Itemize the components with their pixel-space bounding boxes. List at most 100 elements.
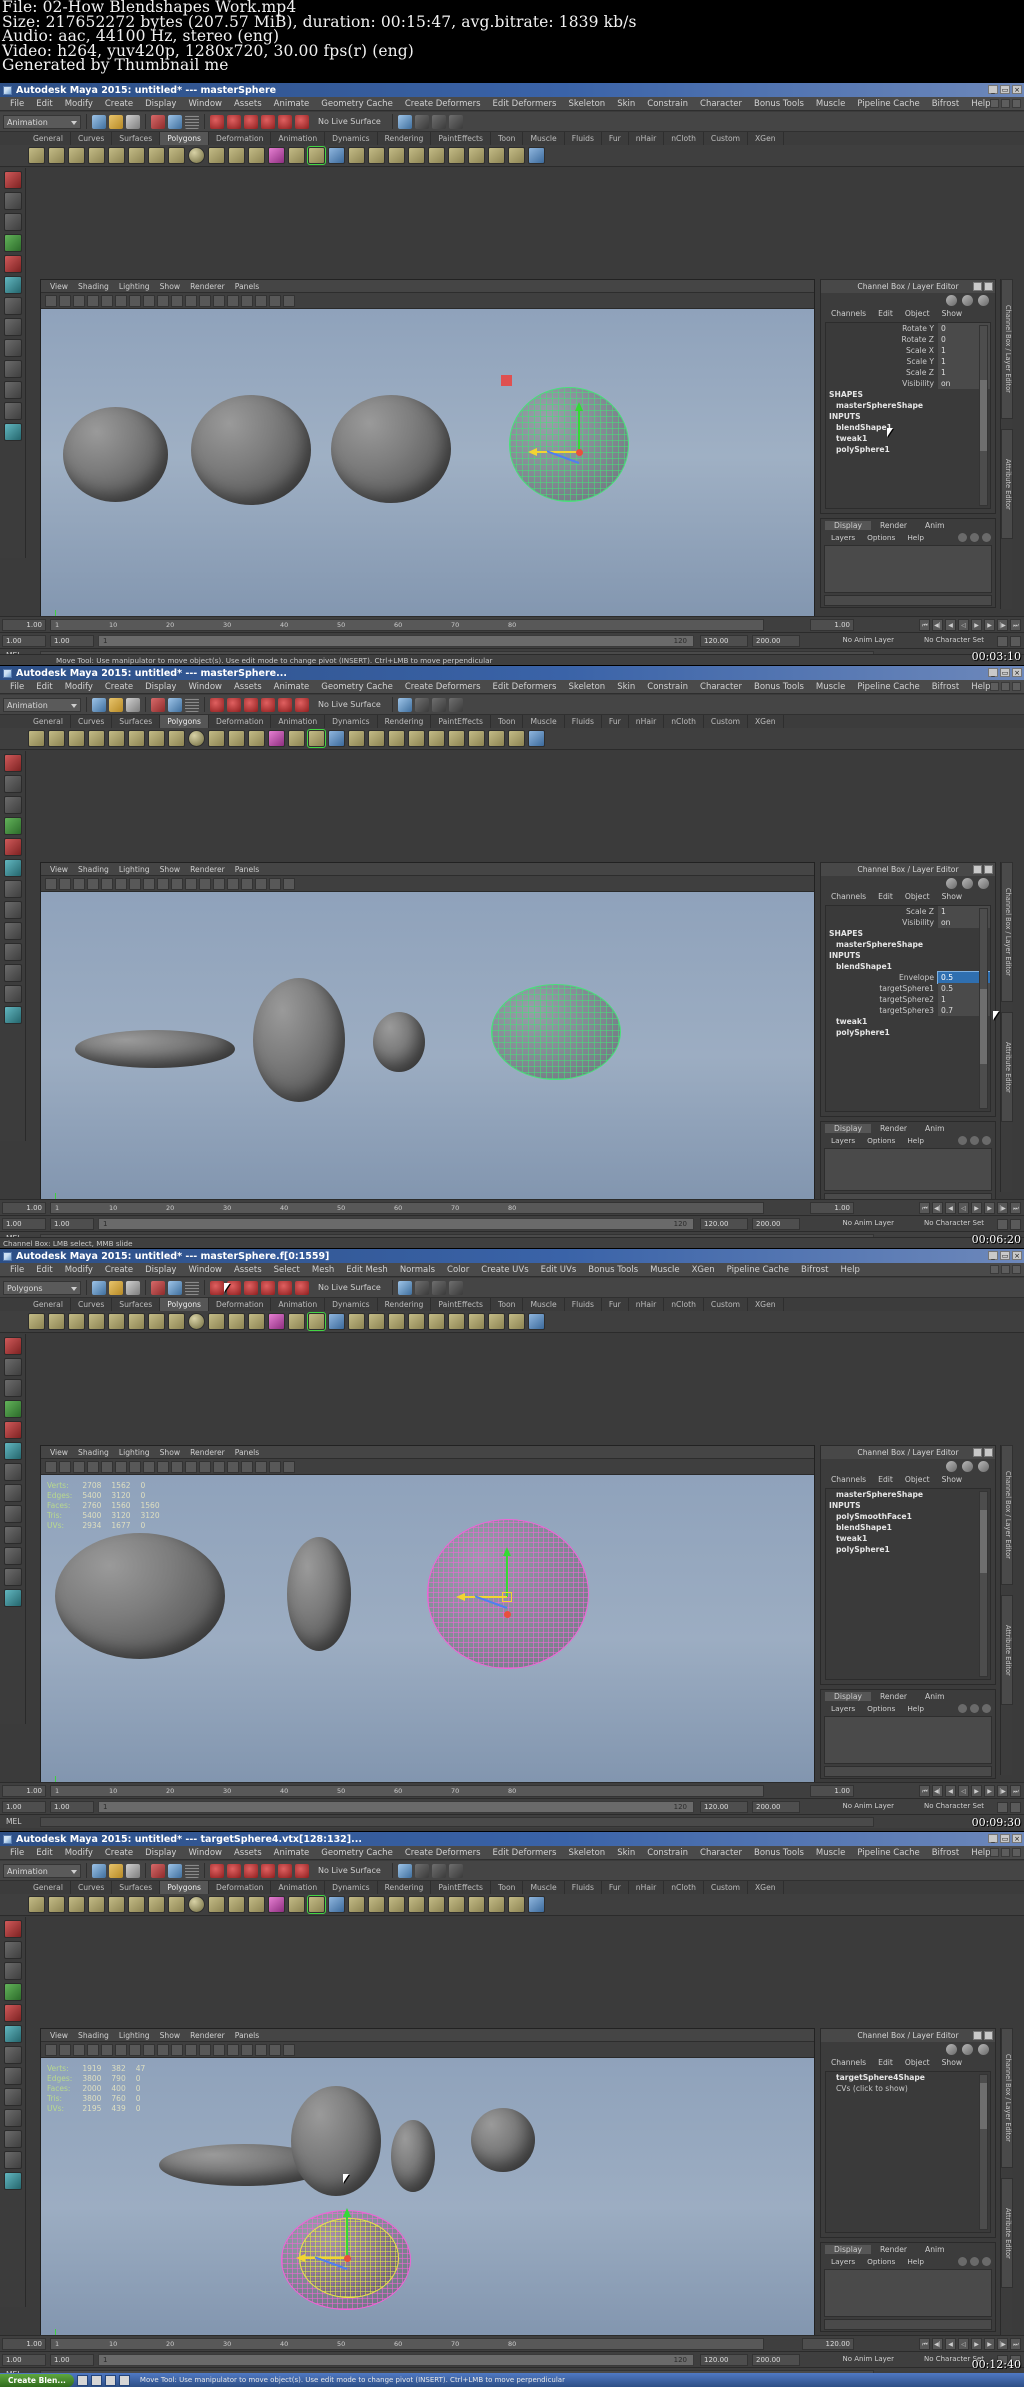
transform-icon[interactable] bbox=[946, 877, 957, 889]
menu-edit-deformers[interactable]: Edit Deformers bbox=[487, 682, 563, 692]
poly-pipe-icon[interactable] bbox=[168, 1313, 185, 1330]
open-scene-icon[interactable] bbox=[109, 1280, 123, 1295]
bridge-icon[interactable] bbox=[388, 147, 405, 164]
menu-file[interactable]: File bbox=[4, 682, 30, 692]
manipulator-y-axis[interactable] bbox=[575, 402, 583, 452]
layer-up-icon[interactable] bbox=[970, 532, 979, 542]
channel-box-icon[interactable] bbox=[448, 1280, 463, 1295]
resolution-gate-icon[interactable] bbox=[143, 2043, 155, 2056]
show-hide-editors-icon[interactable] bbox=[397, 1863, 412, 1878]
layout-four-view-icon[interactable] bbox=[3, 2130, 22, 2148]
channel-box-list[interactable]: targetSphere4Shape CVs (click to show) bbox=[825, 2071, 991, 2233]
maximize-icon[interactable]: ▭ bbox=[1000, 668, 1010, 677]
viewport-menu-panels[interactable]: Panels bbox=[230, 1448, 264, 1457]
playback-controls[interactable]: ⏮ ◀| ◀ ◁ ▶ ▶ |▶ ⏭ bbox=[919, 619, 1021, 631]
menubar-right-icons[interactable] bbox=[990, 99, 1021, 108]
shelf-tab-painteffects[interactable]: PaintEffects bbox=[431, 132, 491, 145]
poly-cylinder-icon[interactable] bbox=[68, 730, 85, 747]
command-line-row[interactable]: MEL bbox=[0, 1814, 1024, 1828]
small-sphere-3[interactable] bbox=[373, 1012, 425, 1072]
pencil-icon[interactable] bbox=[978, 1460, 989, 1472]
bevel-icon[interactable] bbox=[368, 730, 385, 747]
layout-hypergraph-icon[interactable] bbox=[3, 423, 22, 441]
offset-edge-loop-icon[interactable] bbox=[448, 1313, 465, 1330]
soft-mod-icon[interactable] bbox=[3, 318, 22, 336]
lasso-tool-icon[interactable] bbox=[3, 775, 22, 793]
transform-icon[interactable] bbox=[946, 1460, 957, 1472]
auto-key-icon[interactable] bbox=[997, 636, 1008, 647]
auto-key-icon[interactable] bbox=[997, 1219, 1008, 1230]
shelf-tab-dynamics[interactable]: Dynamics bbox=[325, 1881, 378, 1894]
shelf-tab-dynamics[interactable]: Dynamics bbox=[325, 132, 378, 145]
status-line[interactable]: Animation No Live Surface bbox=[0, 112, 1024, 132]
stretched-sphere-2[interactable] bbox=[287, 1537, 351, 1651]
playback-controls[interactable]: ⏮ ◀| ◀ ◁ ▶ ▶ |▶ ⏭ bbox=[919, 2338, 1021, 2350]
node-blendshape1[interactable]: blendShape1 bbox=[826, 1522, 990, 1533]
viewport-menu-renderer[interactable]: Renderer bbox=[185, 1448, 230, 1457]
clock-icon[interactable] bbox=[962, 294, 973, 306]
menu-bonus-tools[interactable]: Bonus Tools bbox=[582, 1265, 644, 1275]
shelf-icon-strip[interactable] bbox=[0, 1894, 1024, 1916]
append-polygon-icon[interactable] bbox=[408, 147, 425, 164]
range-end-field[interactable]: 200.00 bbox=[752, 2354, 800, 2366]
viewport-menu-bar[interactable]: View Shading Lighting Show Renderer Pane… bbox=[41, 863, 814, 876]
poly-soccerball-icon[interactable] bbox=[208, 1896, 225, 1913]
menu-help[interactable]: Help bbox=[835, 1265, 866, 1275]
isolate-select-icon[interactable] bbox=[283, 877, 295, 890]
poly-pyramid-icon[interactable] bbox=[148, 730, 165, 747]
shelf-icon-strip[interactable] bbox=[0, 145, 1024, 167]
manipulator-center-handle[interactable] bbox=[504, 1611, 511, 1618]
menu-edit[interactable]: Edit bbox=[30, 1265, 58, 1275]
taskbar-window-button[interactable]: Create Blen... bbox=[0, 2373, 74, 2387]
film-gate-icon[interactable] bbox=[129, 1460, 141, 1473]
master-sphere-wireframe[interactable] bbox=[509, 387, 629, 502]
range-max-field[interactable]: 120.00 bbox=[700, 635, 748, 647]
menu-window[interactable]: Window bbox=[182, 1265, 228, 1275]
help-menu[interactable]: Help bbox=[901, 1136, 930, 1145]
menu-create-deformers[interactable]: Create Deformers bbox=[399, 1848, 487, 1858]
tool-settings-icon[interactable] bbox=[431, 1863, 446, 1878]
shelf-tab-toon[interactable]: Toon bbox=[491, 715, 524, 728]
menuset-selector[interactable]: Animation bbox=[3, 114, 81, 129]
menu-geometry-cache[interactable]: Geometry Cache bbox=[315, 682, 399, 692]
viewport-3d-scene[interactable]: persp bbox=[41, 309, 814, 638]
shelf-tab-fluids[interactable]: Fluids bbox=[565, 1298, 602, 1311]
help-menu[interactable]: Help bbox=[901, 2257, 930, 2266]
panel-layout-icon[interactable] bbox=[990, 99, 999, 108]
node-master-sphere-shape[interactable]: masterSphereShape bbox=[826, 400, 990, 411]
time-slider[interactable]: 1 10 20 30 40 50 60 70 80 bbox=[50, 1202, 764, 1214]
shelf-tab-muscle[interactable]: Muscle bbox=[523, 132, 565, 145]
new-scene-icon[interactable] bbox=[92, 1863, 106, 1878]
menu-edit[interactable]: Edit bbox=[30, 1848, 58, 1858]
camera-attributes-icon[interactable] bbox=[59, 877, 71, 890]
manipulator-center-handle[interactable] bbox=[344, 2255, 351, 2262]
range-min-field[interactable]: 1.00 bbox=[50, 635, 94, 647]
bevel-icon[interactable] bbox=[368, 1896, 385, 1913]
menu-assets[interactable]: Assets bbox=[228, 1265, 268, 1275]
tool-box[interactable] bbox=[0, 1334, 26, 1724]
extrude-icon[interactable] bbox=[348, 1896, 365, 1913]
show-menu[interactable]: Show bbox=[936, 2058, 969, 2067]
layer-editor-menu-row[interactable]: Layers Options Help bbox=[821, 1702, 995, 1714]
mirror-geometry-icon[interactable] bbox=[288, 147, 305, 164]
channel-box-menu-bar[interactable]: Channels Edit Object Show bbox=[821, 1473, 995, 1486]
shelf-tab-fur[interactable]: Fur bbox=[602, 1298, 629, 1311]
viewport-menu-view[interactable]: View bbox=[45, 865, 73, 874]
menu-edit-mesh[interactable]: Edit Mesh bbox=[340, 1265, 394, 1275]
panel-restore-icon[interactable] bbox=[1001, 99, 1010, 108]
transform-icon[interactable] bbox=[946, 294, 957, 306]
camera-attributes-icon[interactable] bbox=[59, 1460, 71, 1473]
shelf-tab-xgen[interactable]: XGen bbox=[748, 1298, 784, 1311]
menu-skeleton[interactable]: Skeleton bbox=[562, 1848, 611, 1858]
tab-anim[interactable]: Anim bbox=[916, 1692, 954, 1701]
show-menu[interactable]: Show bbox=[936, 1475, 969, 1484]
channel-row-target2[interactable]: targetSphere2 1 bbox=[826, 994, 990, 1005]
shelf-tab-general[interactable]: General bbox=[26, 1881, 71, 1894]
lighting-icon[interactable] bbox=[227, 877, 239, 890]
viewport-menu-show[interactable]: Show bbox=[155, 2031, 186, 2040]
viewport-menu-lighting[interactable]: Lighting bbox=[114, 2031, 155, 2040]
poly-cylinder-icon[interactable] bbox=[68, 1313, 85, 1330]
viewport-menu-panels[interactable]: Panels bbox=[230, 2031, 264, 2040]
smooth-icon[interactable] bbox=[307, 729, 326, 748]
shelf-tab-general[interactable]: General bbox=[26, 132, 71, 145]
